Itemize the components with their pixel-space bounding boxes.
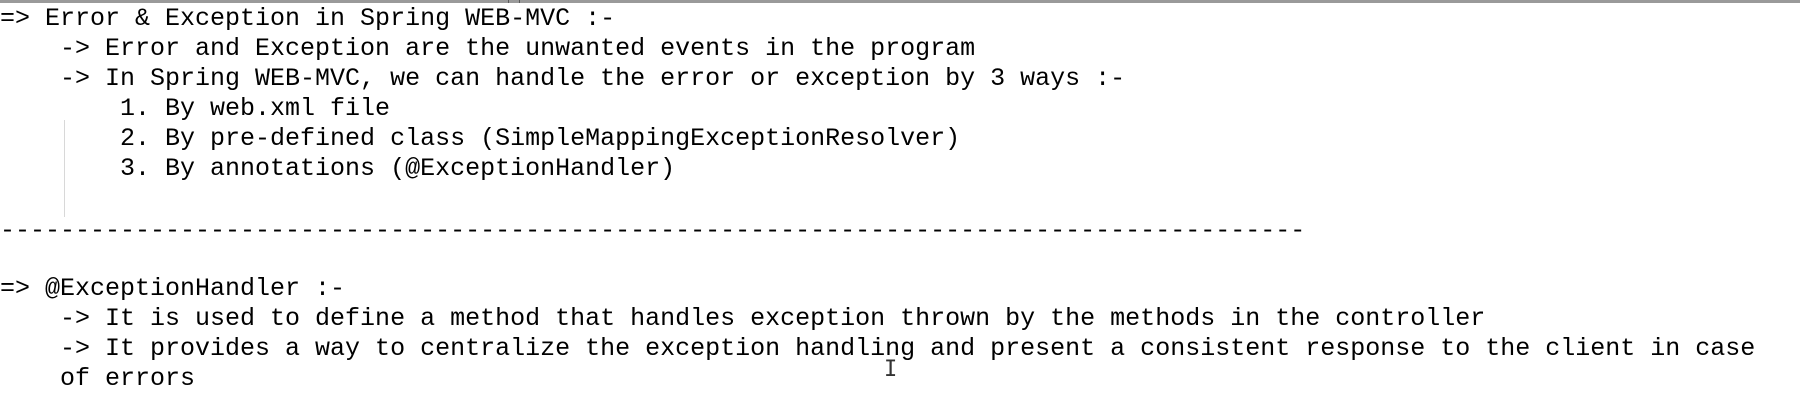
- bullet-line: -> It provides a way to centralize the e…: [0, 334, 1756, 363]
- numbered-item-line: 1. By web.xml file: [0, 94, 391, 123]
- text-editor-area[interactable]: => Error & Exception in Spring WEB-MVC :…: [0, 4, 1800, 418]
- numbered-item-line: 2. By pre-defined class (SimpleMappingEx…: [0, 124, 961, 153]
- numbered-item-line: 3. By annotations (@ExceptionHandler): [0, 154, 676, 183]
- text-cursor-icon: I: [884, 357, 898, 382]
- top-border-tick: [519, 0, 520, 3]
- heading-line-exception-handler: => @ExceptionHandler :-: [0, 274, 346, 303]
- top-border-tick: [508, 0, 509, 3]
- bullet-line: -> Error and Exception are the unwanted …: [0, 34, 976, 63]
- bullet-line: -> In Spring WEB-MVC, we can handle the …: [0, 64, 1126, 93]
- heading-line-error-exception: => Error & Exception in Spring WEB-MVC :…: [0, 4, 616, 33]
- window-top-border: [0, 0, 1800, 3]
- separator-line: ----------------------------------------…: [0, 216, 1306, 245]
- bullet-line: -> It is used to define a method that ha…: [0, 304, 1486, 333]
- continuation-line: of errors: [0, 364, 196, 393]
